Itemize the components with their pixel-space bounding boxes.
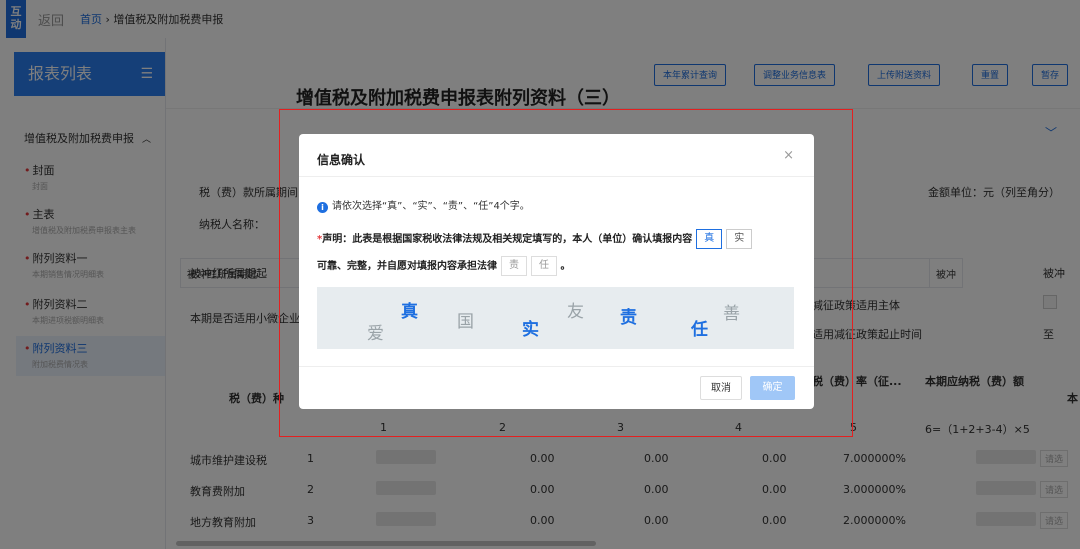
divider [299,176,814,177]
dialog-title: 信息确认 [317,153,366,167]
confirm-dialog: 信息确认 × i 请依次选择“真”、“实”、“责”、“任”4个字。 *声明：此表是… [299,134,814,409]
declaration-line-1: *声明：此表是根据国家税收法律法规及相关规定填写的，本人（单位）确认填报内容真实 [317,229,753,249]
period-mark: 。 [560,261,571,272]
captcha-char[interactable]: 善 [723,299,740,324]
captcha-char[interactable]: 实 [522,315,539,340]
tip-text: 请依次选择“真”、“实”、“责”、“任”4个字。 [332,201,530,212]
captcha-char[interactable]: 国 [457,307,474,332]
close-icon[interactable]: × [783,148,794,163]
cancel-button[interactable]: 取消 [700,376,742,400]
captcha-area[interactable]: 爱 真 国 实 友 责 任 善 [317,287,794,349]
char-slot-ze[interactable]: 责 [501,256,527,276]
divider [299,366,814,367]
char-slot-shi[interactable]: 实 [726,229,753,249]
char-slot-ren[interactable]: 任 [531,256,557,276]
declaration-line-2: 可靠、完整，并自愿对填报内容承担法律责任 。 [317,256,570,276]
captcha-char[interactable]: 真 [401,297,418,322]
declaration-text: 声明：此表是根据国家税收法律法规及相关规定填写的，本人（单位）确认填报内容 [322,234,693,245]
captcha-char[interactable]: 爱 [367,319,384,344]
confirm-button[interactable]: 确定 [750,376,795,400]
captcha-char[interactable]: 友 [567,297,584,322]
dialog-tip: i 请依次选择“真”、“实”、“责”、“任”4个字。 [317,197,530,213]
declaration-text: 可靠、完整，并自愿对填报内容承担法律 [317,261,497,272]
captcha-char[interactable]: 任 [691,315,708,340]
info-icon: i [317,202,328,213]
captcha-char[interactable]: 责 [620,303,637,328]
char-slot-zhen[interactable]: 真 [696,229,723,249]
